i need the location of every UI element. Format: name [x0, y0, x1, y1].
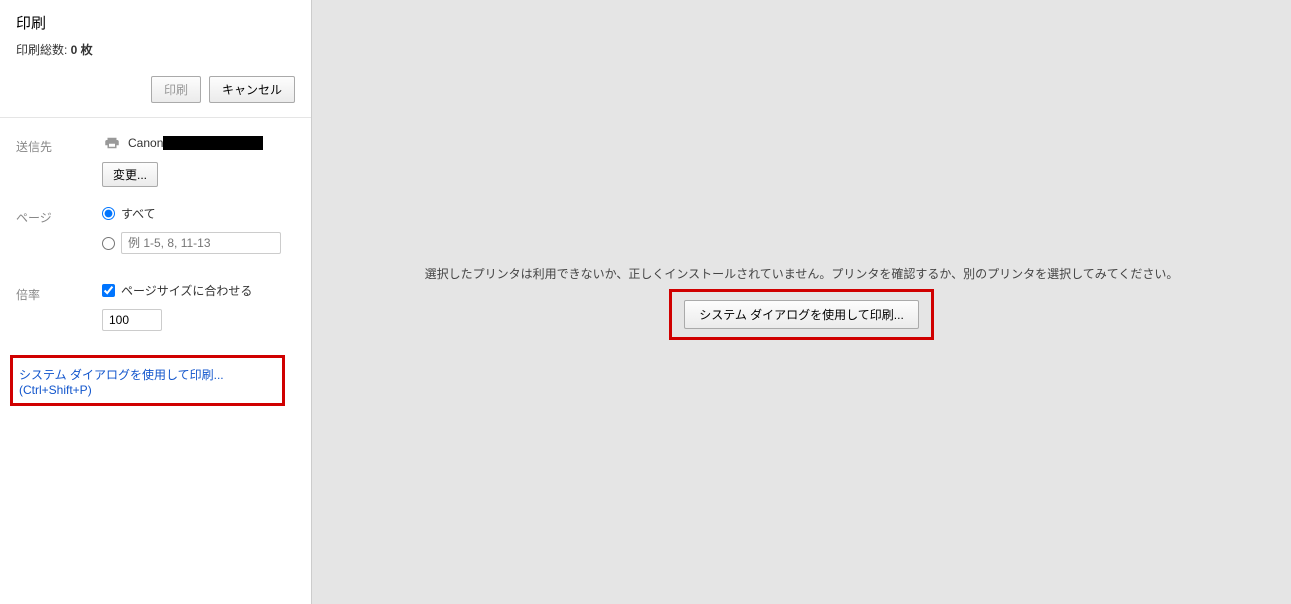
total-pages: 印刷総数: 0 枚 — [16, 41, 295, 58]
pages-label: ページ — [16, 205, 102, 226]
settings-list: 送信先 Canon 変更... ページ すべて — [0, 118, 311, 349]
fit-page-label: ページサイズに合わせる — [121, 282, 252, 299]
preview-area: 選択したプリンタは利用できないか、正しくインストールされていません。プリンタを確… — [312, 0, 1291, 604]
system-dialog-shortcut: (Ctrl+Shift+P) — [19, 383, 276, 397]
pages-range-input[interactable] — [121, 232, 281, 254]
system-dialog-link-highlight: システム ダイアログを使用して印刷... (Ctrl+Shift+P) — [10, 355, 285, 406]
printer-icon — [102, 134, 122, 152]
printer-name: Canon — [128, 136, 263, 150]
pages-all-radio[interactable] — [102, 207, 115, 220]
printer-name-text: Canon — [128, 136, 163, 150]
print-button[interactable]: 印刷 — [151, 76, 201, 103]
scale-row: 倍率 ページサイズに合わせる — [16, 282, 295, 331]
system-dialog-button[interactable]: システム ダイアログを使用して印刷... — [684, 300, 919, 329]
fit-page-checkbox[interactable] — [102, 284, 115, 297]
printer-name-redacted — [163, 136, 263, 150]
pages-range-radio[interactable] — [102, 237, 115, 250]
pages-row: ページ すべて — [16, 205, 295, 264]
change-destination-button[interactable]: 変更... — [102, 162, 158, 187]
destination-row: 送信先 Canon 変更... — [16, 134, 295, 187]
destination-value: Canon — [102, 134, 295, 152]
system-dialog-link[interactable]: システム ダイアログを使用して印刷... — [19, 366, 276, 383]
system-dialog-button-highlight: システム ダイアログを使用して印刷... — [669, 289, 934, 340]
destination-label: 送信先 — [16, 134, 102, 155]
total-prefix: 印刷総数: — [16, 43, 71, 57]
cancel-button[interactable]: キャンセル — [209, 76, 295, 103]
sidebar-header: 印刷 印刷総数: 0 枚 印刷 キャンセル — [0, 0, 311, 118]
preview-error-message: 選択したプリンタは利用できないか、正しくインストールされていません。プリンタを確… — [425, 264, 1179, 286]
dialog-title: 印刷 — [16, 12, 295, 33]
total-value: 0 枚 — [71, 43, 93, 57]
pages-all-label: すべて — [121, 205, 156, 222]
scale-input[interactable] — [102, 309, 162, 331]
header-buttons: 印刷 キャンセル — [16, 76, 295, 103]
scale-label: 倍率 — [16, 282, 102, 303]
print-sidebar: 印刷 印刷総数: 0 枚 印刷 キャンセル 送信先 Canon 変更... — [0, 0, 312, 604]
